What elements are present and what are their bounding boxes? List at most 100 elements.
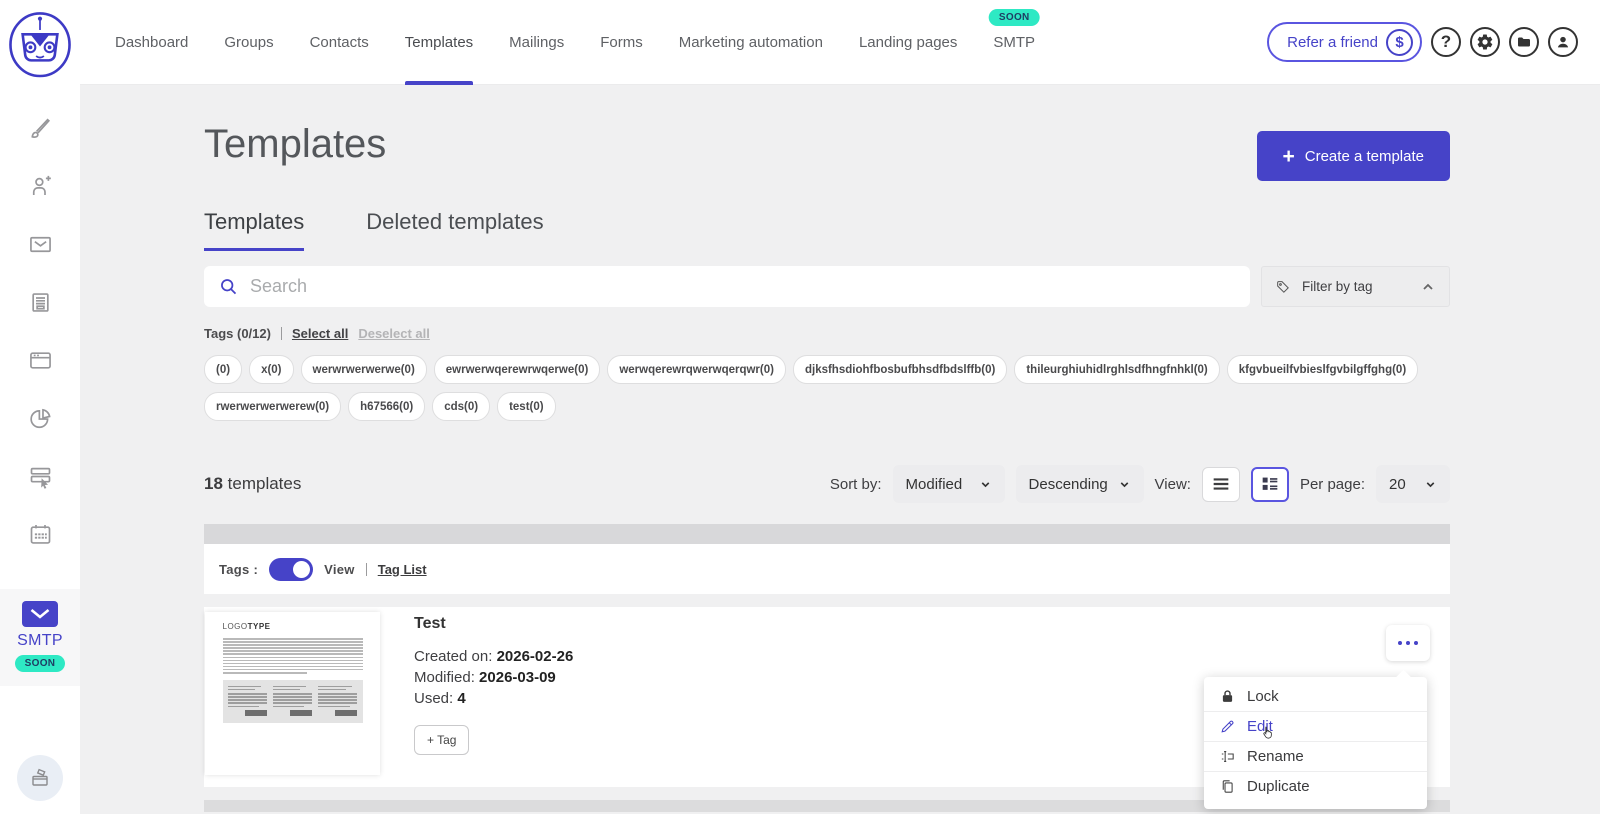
smtp-envelope-icon bbox=[22, 601, 58, 627]
list-view-button[interactable] bbox=[1202, 467, 1240, 502]
tag-icon bbox=[1275, 279, 1291, 295]
tag-chip[interactable]: werwqerewrqwerwqerqwr(0) bbox=[607, 355, 786, 384]
preview-columns bbox=[223, 680, 363, 723]
tag-chip[interactable]: cds(0) bbox=[432, 392, 490, 421]
calendar-icon bbox=[27, 521, 54, 548]
tab-deleted-templates[interactable]: Deleted templates bbox=[366, 209, 543, 251]
grid-view-button[interactable] bbox=[1251, 467, 1289, 502]
sidebar-item-statistics[interactable] bbox=[0, 389, 80, 447]
templates-count-label: templates bbox=[228, 474, 302, 493]
divider bbox=[281, 327, 282, 340]
tag-chip[interactable]: x(0) bbox=[249, 355, 293, 384]
form-icon bbox=[27, 289, 54, 316]
tag-chip[interactable]: rwerwerwerwerew(0) bbox=[204, 392, 341, 421]
browser-window-icon bbox=[27, 347, 54, 374]
sidebar-item-popups[interactable] bbox=[0, 447, 80, 505]
nav-item-contacts[interactable]: Contacts bbox=[310, 0, 369, 85]
tags-toggle-label: Tags : bbox=[219, 562, 258, 577]
deselect-all-link[interactable]: Deselect all bbox=[358, 326, 430, 341]
nav-item-templates[interactable]: Templates bbox=[405, 0, 473, 85]
add-person-icon bbox=[27, 173, 54, 200]
envelope-icon bbox=[27, 231, 54, 258]
sidebar-item-smtp[interactable]: SMTP SOON bbox=[0, 589, 80, 686]
templates-count-number: 18 bbox=[204, 474, 223, 493]
nav-item-mailings[interactable]: Mailings bbox=[509, 0, 564, 85]
sort-field-dropdown[interactable]: Modified bbox=[893, 465, 1005, 503]
settings-button[interactable] bbox=[1470, 27, 1500, 57]
account-button[interactable] bbox=[1548, 27, 1578, 57]
preview-text-lines bbox=[223, 638, 363, 674]
smtp-soon-badge: SOON bbox=[15, 655, 66, 672]
tag-list-link[interactable]: Tag List bbox=[378, 562, 427, 577]
refer-a-friend-button[interactable]: Refer a friend $ bbox=[1267, 22, 1422, 62]
divider bbox=[366, 563, 367, 576]
tab-templates[interactable]: Templates bbox=[204, 209, 304, 251]
menu-item-label: Rename bbox=[1247, 748, 1304, 765]
tag-chip[interactable]: ewrwerwqerewrwqerwe(0) bbox=[434, 355, 601, 384]
tag-chip[interactable]: h67566(0) bbox=[348, 392, 425, 421]
search-input[interactable] bbox=[250, 276, 1236, 297]
sidebar-icon-rail bbox=[0, 99, 80, 563]
tag-chip[interactable]: djksfhsdiohfbosbufbhsdfbdslffb(0) bbox=[793, 355, 1007, 384]
menu-item-lock[interactable]: Lock bbox=[1204, 681, 1427, 711]
gear-icon bbox=[1476, 33, 1494, 51]
sidebar-item-landing-pages[interactable] bbox=[0, 331, 80, 389]
sort-field-value: Modified bbox=[906, 476, 963, 493]
nav-item-dashboard[interactable]: Dashboard bbox=[115, 0, 188, 85]
menu-item-duplicate[interactable]: Duplicate bbox=[1204, 771, 1427, 801]
template-used: Used: 4 bbox=[414, 688, 573, 709]
menu-item-label: Duplicate bbox=[1247, 778, 1310, 795]
sort-direction-value: Descending bbox=[1029, 476, 1108, 493]
sidebar-item-design[interactable] bbox=[0, 99, 80, 157]
dots-icon bbox=[1414, 641, 1419, 646]
tag-chip-list: (0) x(0) werwrwerwerwe(0) ewrwerwqerewrw… bbox=[204, 355, 1450, 421]
nav-item-smtp[interactable]: SOON SMTP bbox=[993, 0, 1035, 85]
main-nav: Dashboard Groups Contacts Templates Mail… bbox=[115, 0, 1035, 85]
tag-chip[interactable]: thileurghiuhidlrghlsdfhngfnhkl(0) bbox=[1014, 355, 1219, 384]
template-details: Test Created on: 2026-02-26 Modified: 20… bbox=[414, 607, 573, 755]
smtp-soon-badge: SOON bbox=[989, 9, 1040, 26]
filter-by-tag-label: Filter by tag bbox=[1302, 279, 1373, 294]
select-all-link[interactable]: Select all bbox=[292, 326, 348, 341]
template-thumbnail[interactable]: LOGOTYPE bbox=[205, 612, 380, 775]
per-page-dropdown[interactable]: 20 bbox=[1376, 465, 1450, 503]
nav-item-landing-pages[interactable]: Landing pages bbox=[859, 0, 957, 85]
help-button[interactable]: ? bbox=[1431, 27, 1461, 57]
topbar-actions: Refer a friend $ ? bbox=[1267, 22, 1578, 62]
add-tag-button[interactable]: + Tag bbox=[414, 725, 469, 755]
create-template-button[interactable]: + Create a template bbox=[1257, 131, 1451, 181]
template-more-button[interactable] bbox=[1386, 625, 1430, 661]
menu-item-rename[interactable]: Rename bbox=[1204, 741, 1427, 771]
search-box bbox=[204, 266, 1250, 307]
tags-view-toggle[interactable] bbox=[269, 558, 313, 581]
brush-icon bbox=[27, 115, 54, 142]
brand-logo[interactable] bbox=[0, 0, 80, 85]
sidebar-item-mailings[interactable] bbox=[0, 215, 80, 273]
nav-label: SMTP bbox=[993, 34, 1035, 51]
plus-icon: + bbox=[1283, 146, 1295, 167]
nav-item-forms[interactable]: Forms bbox=[600, 0, 643, 85]
menu-item-edit[interactable]: Edit bbox=[1204, 711, 1427, 741]
ballot-box-icon bbox=[28, 766, 52, 790]
tag-chip[interactable]: (0) bbox=[204, 355, 242, 384]
nav-label: Landing pages bbox=[859, 34, 957, 51]
tag-chip[interactable]: test(0) bbox=[497, 392, 556, 421]
templates-count: 18 templates bbox=[204, 474, 301, 494]
nav-item-marketing-automation[interactable]: Marketing automation bbox=[679, 0, 823, 85]
tag-chip[interactable]: kfgvbueilfvbieslfgvbilgffghg(0) bbox=[1227, 355, 1418, 384]
popup-cursor-icon bbox=[27, 463, 54, 490]
sidebar-item-forms[interactable] bbox=[0, 273, 80, 331]
files-button[interactable] bbox=[1509, 27, 1539, 57]
template-name[interactable]: Test bbox=[414, 615, 573, 633]
feedback-button[interactable] bbox=[17, 755, 63, 801]
sort-direction-dropdown[interactable]: Descending bbox=[1016, 465, 1144, 503]
nav-label: Marketing automation bbox=[679, 34, 823, 51]
sidebar-item-calendar[interactable] bbox=[0, 505, 80, 563]
nav-label: Templates bbox=[405, 34, 473, 51]
nav-item-groups[interactable]: Groups bbox=[224, 0, 273, 85]
sidebar-item-contacts[interactable] bbox=[0, 157, 80, 215]
tag-chip[interactable]: werwrwerwerwe(0) bbox=[301, 355, 427, 384]
menu-item-label: Lock bbox=[1247, 688, 1279, 705]
dots-icon bbox=[1398, 641, 1403, 646]
filter-by-tag-button[interactable]: Filter by tag bbox=[1261, 266, 1450, 307]
